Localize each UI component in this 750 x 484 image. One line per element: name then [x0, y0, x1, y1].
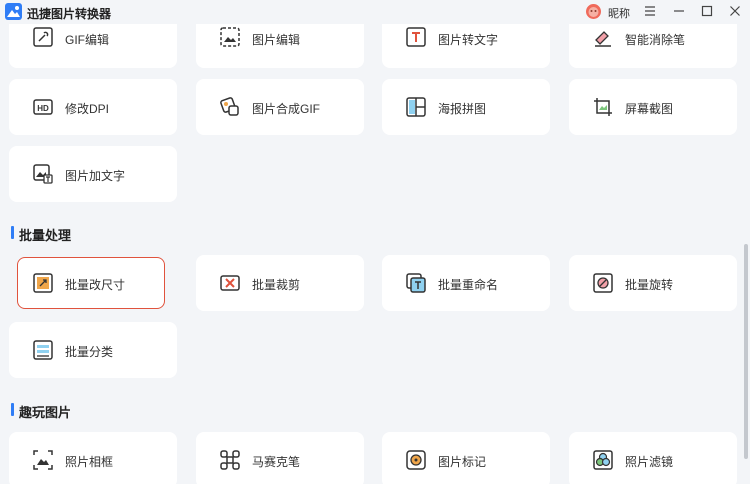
add-text-icon [33, 164, 53, 184]
section-title-fun: 趣玩图片 [19, 405, 72, 420]
card-label: 照片滤镜 [625, 455, 674, 469]
gif-edit-icon [33, 27, 53, 47]
photo-frame-icon [33, 450, 53, 470]
card-label: 修改DPI [65, 102, 110, 116]
scrollbar[interactable] [742, 24, 750, 484]
card-label: 批量旋转 [625, 278, 674, 292]
card-label: 照片相框 [65, 455, 114, 469]
card-image-to-gif[interactable]: 图片合成GIF [196, 79, 364, 135]
maximize-icon[interactable] [698, 2, 716, 20]
card-batch-rotate[interactable]: 批量旋转 [569, 255, 737, 311]
main-content: GIF编辑 图片编辑 图片转文字 智能消除笔 HD 修改DPI 图片合成GIF … [0, 0, 750, 484]
card-screenshot[interactable]: 屏幕截图 [569, 79, 737, 135]
card-label: 智能消除笔 [625, 33, 686, 47]
card-batch-resize[interactable]: 批量改尺寸 [17, 257, 165, 309]
eraser-icon [595, 31, 611, 47]
card-label: 图片编辑 [252, 33, 301, 47]
card-label: 批量重命名 [438, 278, 499, 292]
card-photo-filter[interactable]: 照片滤镜 [569, 432, 737, 484]
card-batch-crop[interactable]: 批量裁剪 [196, 255, 364, 311]
resize-icon [33, 273, 53, 293]
rotate-icon [593, 273, 613, 293]
crop-icon [220, 275, 240, 291]
mosaic-icon [220, 450, 240, 470]
image-edit-icon [220, 27, 240, 47]
app-title: 迅捷图片转换器 [27, 7, 112, 21]
card-image-mark[interactable]: 图片标记 [382, 432, 550, 484]
app-logo-icon [5, 3, 22, 20]
menu-icon[interactable] [641, 2, 659, 20]
rename-icon [406, 273, 426, 293]
classify-icon [33, 340, 53, 360]
card-modify-dpi[interactable]: HD 修改DPI [9, 79, 177, 135]
hd-icon: HD [33, 99, 53, 115]
screenshot-icon [594, 98, 612, 116]
card-batch-classify[interactable]: 批量分类 [9, 322, 177, 378]
card-poster-collage[interactable]: 海报拼图 [382, 79, 550, 135]
card-label: 批量分类 [65, 345, 114, 359]
avatar[interactable] [586, 4, 601, 19]
svg-text:HD: HD [37, 104, 49, 113]
card-label: 图片加文字 [65, 169, 126, 183]
card-batch-rename[interactable]: 批量重命名 [382, 255, 550, 311]
scrollbar-thumb[interactable] [744, 244, 748, 459]
card-add-text[interactable]: 图片加文字 [9, 146, 177, 202]
card-label: 批量裁剪 [252, 278, 301, 292]
filter-icon [593, 450, 613, 470]
card-photo-frame[interactable]: 照片相框 [9, 432, 177, 484]
title-bar: 迅捷图片转换器 昵称 [0, 0, 750, 24]
close-icon[interactable] [726, 2, 744, 20]
card-label: 图片转文字 [438, 33, 499, 47]
card-label: 图片合成GIF [252, 102, 320, 116]
card-label: GIF编辑 [65, 33, 109, 47]
card-label: 屏幕截图 [625, 102, 674, 116]
section-accent-bar [11, 226, 14, 239]
image-to-text-icon [406, 27, 426, 47]
card-label: 批量改尺寸 [65, 278, 126, 292]
user-name[interactable]: 昵称 [608, 5, 630, 21]
minimize-icon[interactable] [670, 2, 688, 20]
section-title-batch: 批量处理 [19, 228, 72, 243]
image-to-gif-icon [220, 97, 239, 116]
collage-icon [406, 97, 426, 117]
card-label: 马赛克笔 [252, 455, 301, 469]
card-mosaic-pen[interactable]: 马赛克笔 [196, 432, 364, 484]
image-mark-icon [406, 450, 426, 470]
card-label: 图片标记 [438, 455, 487, 469]
section-accent-bar [11, 403, 14, 416]
card-label: 海报拼图 [438, 102, 487, 116]
